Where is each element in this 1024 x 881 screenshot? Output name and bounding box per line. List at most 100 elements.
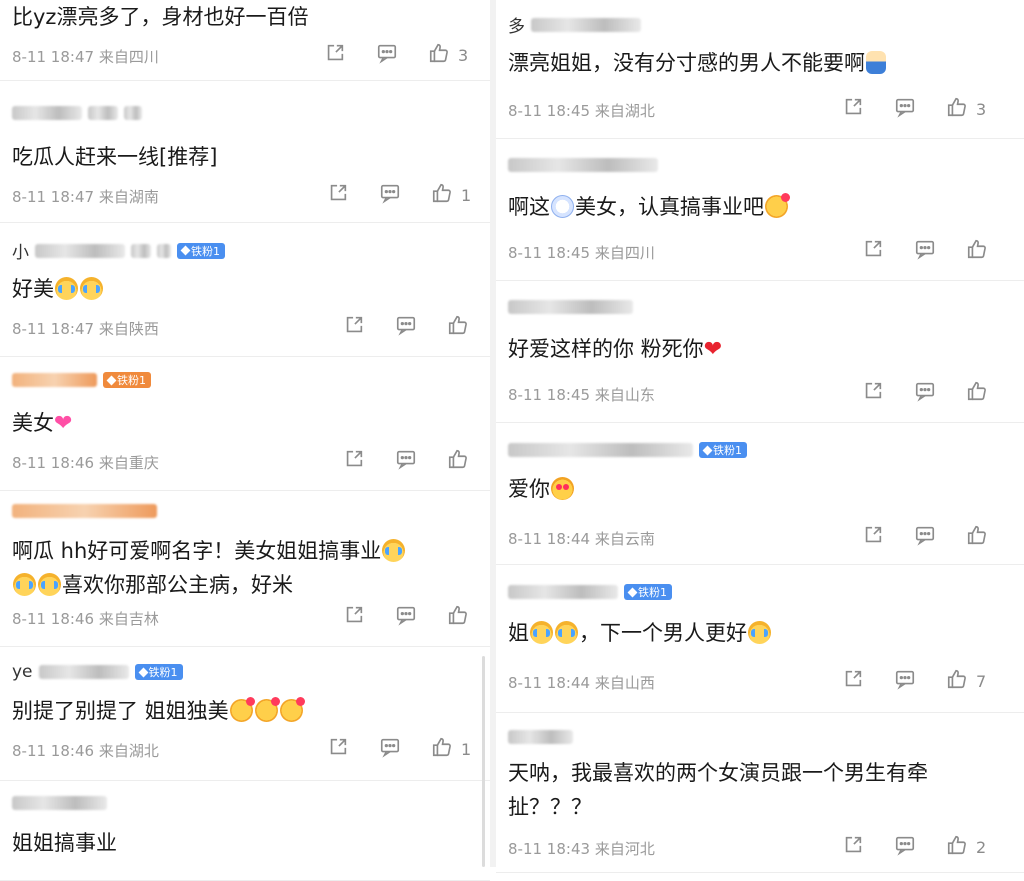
comment-text: 啊瓜 hh好可爱啊名字！美女姐姐搞事业 喜欢你那部公主病，好米: [12, 534, 478, 602]
like-button[interactable]: 1: [431, 182, 471, 208]
like-button[interactable]: 7: [946, 668, 986, 694]
comment-icon: [914, 524, 936, 550]
comment-meta: 8-11 18:46 来自重庆: [12, 452, 159, 473]
username[interactable]: [12, 796, 107, 810]
repost-button[interactable]: [343, 314, 365, 340]
comment-item[interactable]: 天呐，我最喜欢的两个女演员跟一个男生有牵 扯？？？ 8-11 18:43 来自河北 2: [496, 712, 1024, 873]
comment-item[interactable]: 吃瓜人赶来一线[推荐] 8-11 18:47 来自湖南 1: [0, 88, 490, 223]
repost-button[interactable]: [862, 524, 884, 550]
username[interactable]: 小 铁粉1: [12, 238, 225, 263]
blurred-username: [35, 243, 125, 258]
like-count: 1: [461, 185, 472, 205]
comment-item[interactable]: 多漂亮姐姐，没有分寸感的男人不能要啊 8-11 18:45 来自湖北 3: [496, 0, 1024, 139]
repost-button[interactable]: [842, 834, 864, 860]
repost-button[interactable]: [324, 42, 346, 68]
reply-button[interactable]: [894, 96, 916, 122]
scrollbar[interactable]: [482, 656, 485, 867]
username[interactable]: [12, 504, 157, 518]
username[interactable]: 铁粉1: [12, 372, 151, 388]
reply-button[interactable]: [379, 182, 401, 208]
diamond-icon: [138, 667, 148, 677]
repost-button[interactable]: [862, 238, 884, 264]
timestamp: 8-11 18:46: [12, 454, 95, 472]
reply-button[interactable]: [395, 604, 417, 630]
like-button[interactable]: 3: [946, 96, 986, 122]
username[interactable]: [508, 730, 573, 744]
share-icon: [343, 314, 365, 340]
like-button[interactable]: [447, 314, 469, 340]
repost-button[interactable]: [842, 96, 864, 122]
like-button[interactable]: 3: [428, 42, 468, 68]
comment-item[interactable]: 啊瓜 hh好可爱啊名字！美女姐姐搞事业 喜欢你那部公主病，好米 8-11 18:46…: [0, 490, 490, 647]
comment-text-segment: 好美: [12, 277, 54, 301]
reply-button[interactable]: [894, 668, 916, 694]
fan-badge[interactable]: 铁粉1: [103, 372, 151, 388]
reply-button[interactable]: [395, 314, 417, 340]
repost-button[interactable]: [343, 448, 365, 474]
comment-item[interactable]: 铁粉1 爱你 8-11 18:44 来自云南: [496, 422, 1024, 565]
like-button[interactable]: 1: [431, 736, 471, 762]
comment-item[interactable]: ye 铁粉1 别提了别提了 姐姐独美 8-11 18:46 来自湖北 1: [0, 646, 490, 781]
fan-badge[interactable]: 铁粉1: [134, 664, 183, 680]
username[interactable]: [12, 106, 142, 120]
repost-button[interactable]: [343, 604, 365, 630]
blurred-username: [124, 106, 142, 120]
location: 来自湖北: [98, 742, 159, 760]
like-button[interactable]: [447, 448, 469, 474]
like-button[interactable]: [966, 380, 988, 406]
comment-text-segment: 美女: [12, 411, 54, 435]
comment-actions: 3: [842, 96, 986, 122]
red-heart-icon: ❤: [703, 337, 723, 362]
repost-button[interactable]: [862, 380, 884, 406]
like-button[interactable]: [447, 604, 469, 630]
repost-button[interactable]: [327, 182, 349, 208]
reply-button[interactable]: [914, 238, 936, 264]
comment-item[interactable]: 啊这 美女，认真搞事业吧 8-11 18:45 来自四川: [496, 138, 1024, 281]
comment-text: 漂亮姐姐，没有分寸感的男人不能要啊: [508, 46, 1012, 80]
comment-item[interactable]: 好爱这样的你 粉死你❤ 8-11 18:45 来自山东: [496, 280, 1024, 423]
blurred-username: [508, 585, 618, 599]
comment-item[interactable]: 铁粉1 美女❤ 8-11 18:46 来自重庆: [0, 356, 490, 491]
reply-button[interactable]: [914, 524, 936, 550]
reply-button[interactable]: [376, 42, 398, 68]
comment-actions: [862, 524, 988, 550]
username[interactable]: ye 铁粉1: [12, 662, 183, 682]
comment-item[interactable]: 铁粉1 姐 ，下一个男人更好 8-11 18:44 来自山西 7: [496, 564, 1024, 713]
username[interactable]: [508, 158, 658, 172]
comment-actions: [862, 380, 988, 406]
fan-badge[interactable]: 铁粉1: [624, 584, 672, 600]
blurred-username: [131, 243, 151, 258]
reply-button[interactable]: [395, 448, 417, 474]
fan-badge[interactable]: 铁粉1: [177, 242, 225, 259]
comment-text-segment: 比yz漂亮多了，身材也好一百倍: [12, 5, 309, 29]
comment-item[interactable]: 小 铁粉1 好美 8-11 18:47 来自陕西: [0, 222, 490, 357]
comment-text: 姐姐搞事业: [12, 826, 478, 860]
comment-icon: [894, 96, 916, 122]
comment-meta: 8-11 18:44 来自山西: [508, 672, 655, 693]
like-button[interactable]: 2: [946, 834, 986, 860]
comment-item[interactable]: 比yz漂亮多了，身材也好一百倍 8-11 18:47 来自四川 3: [0, 0, 490, 81]
cry-emoji-icon: [55, 277, 78, 300]
username[interactable]: 铁粉1: [508, 442, 747, 458]
reply-button[interactable]: [914, 380, 936, 406]
username[interactable]: 铁粉1: [508, 584, 672, 600]
like-button[interactable]: [966, 524, 988, 550]
reply-button[interactable]: [379, 736, 401, 762]
comment-icon: [914, 380, 936, 406]
username[interactable]: [508, 300, 633, 314]
blurred-username: [508, 158, 658, 172]
thumbs-up-icon: [946, 668, 968, 694]
share-icon: [862, 238, 884, 264]
username[interactable]: 多: [508, 12, 641, 37]
comment-meta: 8-11 18:46 来自吉林: [12, 608, 159, 629]
repost-button[interactable]: [842, 668, 864, 694]
like-button[interactable]: [966, 238, 988, 264]
reply-button[interactable]: [894, 834, 916, 860]
comment-item[interactable]: 姐姐搞事业: [0, 780, 490, 881]
comment-text-segment: 啊这: [508, 195, 550, 219]
blurred-username: [508, 300, 633, 314]
thumbs-up-icon: [966, 380, 988, 406]
cry-emoji-icon: [555, 621, 578, 644]
fan-badge[interactable]: 铁粉1: [699, 442, 747, 458]
repost-button[interactable]: [327, 736, 349, 762]
